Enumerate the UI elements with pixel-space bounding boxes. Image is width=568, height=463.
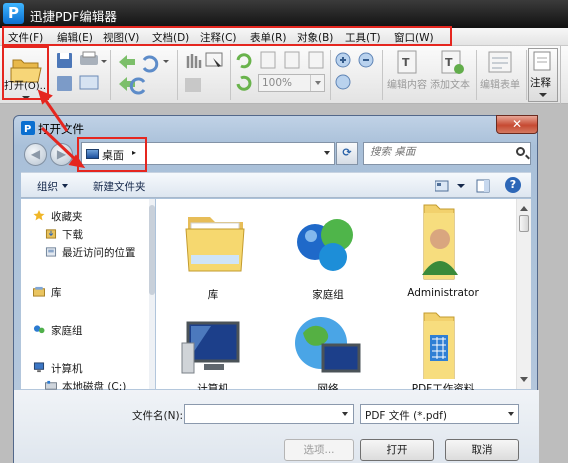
annotate-button[interactable]: 注释 bbox=[528, 48, 558, 102]
zoom-combobox[interactable]: 100% bbox=[258, 74, 325, 92]
app-title: 迅捷PDF编辑器 bbox=[30, 9, 117, 24]
zoom-icons bbox=[335, 52, 374, 90]
search-box[interactable] bbox=[363, 142, 531, 165]
new-folder-button[interactable]: 新建文件夹 bbox=[93, 179, 146, 194]
svg-text:P: P bbox=[24, 124, 31, 135]
open-file-dialog: P 打开文件 ✕ ◀ ▶ 桌面 ▸ ⟳ 组织 新建文件夹 ? 收藏夹 下载 最近… bbox=[13, 115, 539, 463]
help-icon[interactable]: ? bbox=[505, 177, 521, 193]
edit-content-icon: T bbox=[397, 50, 417, 74]
nav-favorites[interactable]: 收藏夹 bbox=[51, 209, 83, 224]
search-input[interactable] bbox=[370, 146, 510, 158]
open-file-button[interactable]: 打开 bbox=[360, 439, 434, 461]
menubar-highlight-box bbox=[2, 26, 452, 46]
address-highlight-box bbox=[77, 137, 147, 172]
file-pane-scrollbar[interactable] bbox=[516, 199, 531, 389]
edit-form-icon bbox=[488, 51, 512, 73]
file-item-pdf-folder[interactable]: PDF工作资料 bbox=[388, 309, 498, 395]
computer-icon bbox=[181, 321, 240, 374]
chevron-down-icon bbox=[62, 184, 68, 191]
zoom-value: 100% bbox=[262, 77, 293, 89]
filename-label: 文件名(N): bbox=[132, 410, 184, 422]
file-item-computer[interactable]: 计算机 bbox=[158, 309, 268, 395]
refresh-button[interactable]: ⟳ bbox=[336, 142, 358, 165]
file-item-homegroup[interactable]: 家庭组 bbox=[273, 199, 383, 301]
nav-downloads[interactable]: 下载 bbox=[62, 227, 83, 242]
open-button-highlight-box bbox=[2, 46, 49, 100]
dialog-title: 打开文件 bbox=[38, 122, 84, 136]
user-folder-icon bbox=[422, 204, 458, 280]
dialog-footer: 文件名(N): PDF 文件 (*.pdf) 选项... 打开 取消 bbox=[14, 390, 539, 463]
rotate-icons bbox=[236, 53, 252, 91]
homegroup-globe-icon bbox=[297, 219, 353, 271]
file-item-label: 家庭组 bbox=[312, 289, 344, 301]
view-options-icon[interactable] bbox=[435, 180, 469, 192]
back-button[interactable]: ◀ bbox=[24, 143, 47, 166]
page-fit-icons bbox=[260, 51, 324, 69]
edit-content-button[interactable]: T 编辑内容 bbox=[386, 48, 430, 100]
file-type-value: PDF 文件 (*.pdf) bbox=[365, 410, 447, 422]
forward-button[interactable]: ▶ bbox=[50, 143, 73, 166]
recent-places-icon bbox=[45, 247, 57, 257]
star-icon bbox=[33, 210, 45, 221]
file-tools-icons bbox=[57, 51, 107, 91]
scroll-up-icon[interactable] bbox=[520, 202, 528, 211]
navigation-pane: 收藏夹 下载 最近访问的位置 库 家庭组 计算机 本地磁盘 (C:) bbox=[21, 199, 155, 393]
file-item-library[interactable]: 库 bbox=[158, 199, 268, 301]
library-icon bbox=[33, 286, 45, 297]
undo-redo-icons bbox=[119, 55, 169, 95]
add-text-icon: T bbox=[441, 50, 464, 74]
file-item-label: 库 bbox=[207, 289, 219, 301]
toolbar-overflow[interactable] bbox=[560, 46, 568, 104]
folder-icon bbox=[423, 312, 455, 379]
network-globe-icon bbox=[295, 317, 361, 373]
nav-computer[interactable]: 计算机 bbox=[51, 361, 83, 376]
svg-text:T: T bbox=[445, 56, 453, 69]
search-icon[interactable] bbox=[516, 147, 525, 156]
nav-homegroup[interactable]: 家庭组 bbox=[51, 323, 83, 338]
nav-scrollbar[interactable] bbox=[149, 199, 155, 389]
scroll-down-icon[interactable] bbox=[520, 377, 528, 386]
add-text-label: 添加文本 bbox=[430, 80, 470, 91]
app-title-bar: P 迅捷PDF编辑器 bbox=[0, 0, 568, 28]
preview-pane-icon[interactable] bbox=[476, 179, 490, 193]
homegroup-icon bbox=[33, 325, 45, 334]
chevron-down-icon bbox=[539, 93, 547, 97]
chevron-down-icon bbox=[508, 412, 514, 419]
file-item-label: Administrator bbox=[407, 287, 479, 299]
annotate-label: 注释 bbox=[530, 77, 551, 89]
file-pane: 库 家庭组 Administrator 计算机 网络 PDF工作资料 bbox=[156, 199, 531, 395]
library-folder-icon bbox=[185, 217, 245, 272]
file-item-administrator[interactable]: Administrator bbox=[388, 199, 498, 299]
file-type-select[interactable]: PDF 文件 (*.pdf) bbox=[360, 404, 519, 424]
nav-libraries[interactable]: 库 bbox=[51, 285, 62, 300]
edit-form-button[interactable]: 编辑表单 bbox=[479, 48, 525, 100]
dialog-close-button[interactable]: ✕ bbox=[496, 115, 538, 134]
hand-select-icons bbox=[185, 52, 223, 92]
nav-recent[interactable]: 最近访问的位置 bbox=[62, 245, 136, 260]
edit-form-label: 编辑表单 bbox=[480, 80, 520, 91]
cancel-button[interactable]: 取消 bbox=[445, 439, 519, 461]
organize-button[interactable]: 组织 bbox=[37, 179, 68, 194]
app-logo-icon: P bbox=[3, 3, 24, 24]
scrollbar-thumb[interactable] bbox=[519, 215, 529, 232]
downloads-icon bbox=[45, 229, 57, 239]
edit-content-label: 编辑内容 bbox=[387, 80, 427, 91]
options-button[interactable]: 选项... bbox=[284, 439, 354, 461]
svg-text:T: T bbox=[402, 56, 410, 69]
add-text-button[interactable]: T 添加文本 bbox=[430, 48, 474, 100]
dialog-app-icon: P bbox=[21, 121, 35, 135]
chevron-down-icon bbox=[310, 75, 324, 91]
annotate-icon bbox=[533, 51, 551, 71]
address-dropdown-icon[interactable] bbox=[324, 151, 330, 158]
organize-label: 组织 bbox=[37, 181, 58, 193]
chevron-down-icon[interactable] bbox=[342, 412, 348, 419]
command-bar: 组织 新建文件夹 ? bbox=[21, 172, 531, 198]
computer-icon bbox=[33, 362, 45, 373]
file-item-network[interactable]: 网络 bbox=[273, 309, 383, 395]
filename-input[interactable] bbox=[184, 404, 354, 424]
